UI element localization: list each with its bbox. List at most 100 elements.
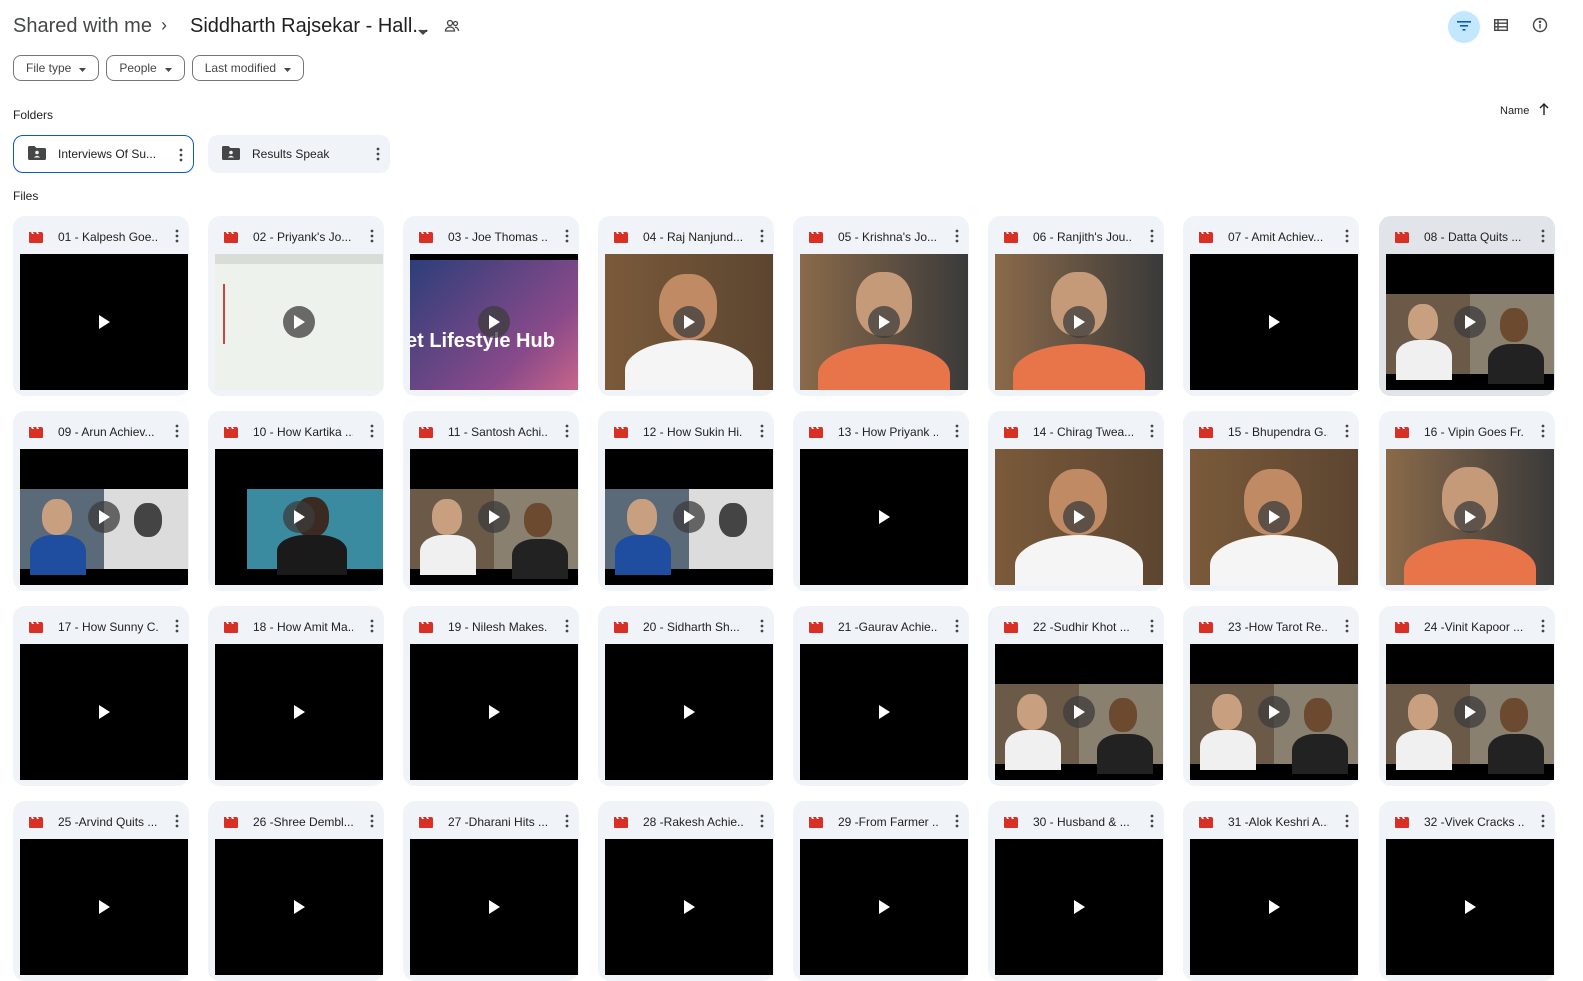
folder-results-speak[interactable]: Results Speak xyxy=(208,135,390,173)
video-thumbnail[interactable] xyxy=(1386,449,1554,585)
play-icon[interactable] xyxy=(868,696,900,728)
play-icon[interactable] xyxy=(478,501,510,533)
breadcrumb-shared-with-me[interactable]: Shared with me xyxy=(13,15,152,38)
file-card[interactable]: 27 -Dharani Hits ... xyxy=(403,801,579,981)
more-options-icon[interactable] xyxy=(370,814,374,833)
file-card[interactable]: 15 - Bhupendra G... xyxy=(1183,411,1359,591)
video-thumbnail[interactable] xyxy=(995,644,1163,780)
file-card[interactable]: 26 -Shree Dembl... xyxy=(208,801,384,981)
file-card[interactable]: 17 - How Sunny C... xyxy=(13,606,189,786)
play-icon[interactable] xyxy=(1063,306,1095,338)
play-icon[interactable] xyxy=(1258,306,1290,338)
play-icon[interactable] xyxy=(1063,891,1095,923)
video-thumbnail[interactable] xyxy=(800,644,968,780)
play-icon[interactable] xyxy=(868,501,900,533)
video-thumbnail[interactable] xyxy=(605,644,773,780)
video-thumbnail[interactable] xyxy=(1386,644,1554,780)
file-type-filter[interactable]: File type xyxy=(13,55,100,81)
video-thumbnail[interactable] xyxy=(800,839,968,975)
more-options-icon[interactable] xyxy=(565,619,569,638)
more-options-icon[interactable] xyxy=(1150,814,1154,833)
video-thumbnail[interactable] xyxy=(20,644,188,780)
more-options-icon[interactable] xyxy=(760,619,764,638)
file-card[interactable]: 03 - Joe Thomas ... et Lifestyle Hub xyxy=(403,216,579,396)
video-thumbnail[interactable] xyxy=(20,449,188,585)
play-icon[interactable] xyxy=(283,501,315,533)
file-card[interactable]: 09 - Arun Achiev... xyxy=(13,411,189,591)
video-thumbnail[interactable] xyxy=(995,449,1163,585)
play-icon[interactable] xyxy=(673,891,705,923)
more-options-icon[interactable] xyxy=(955,424,959,443)
play-icon[interactable] xyxy=(283,306,315,338)
video-thumbnail[interactable] xyxy=(1190,839,1358,975)
file-card[interactable]: 12 - How Sukin Hi... xyxy=(598,411,774,591)
play-icon[interactable] xyxy=(673,696,705,728)
more-options-icon[interactable] xyxy=(370,229,374,248)
video-thumbnail[interactable] xyxy=(410,644,578,780)
more-options-icon[interactable] xyxy=(1150,424,1154,443)
more-options-icon[interactable] xyxy=(955,814,959,833)
file-card[interactable]: 20 - Sidharth Sh... xyxy=(598,606,774,786)
video-thumbnail[interactable] xyxy=(1190,644,1358,780)
people-filter[interactable]: People xyxy=(106,55,185,81)
more-options-icon[interactable] xyxy=(1541,229,1545,248)
more-options-icon[interactable] xyxy=(179,148,183,165)
file-card[interactable]: 32 -Vivek Cracks ... xyxy=(1379,801,1555,981)
more-options-icon[interactable] xyxy=(1541,424,1545,443)
file-card[interactable]: 07 - Amit Achiev... xyxy=(1183,216,1359,396)
video-thumbnail[interactable]: et Lifestyle Hub xyxy=(410,254,578,390)
more-options-icon[interactable] xyxy=(1345,229,1349,248)
more-options-icon[interactable] xyxy=(175,424,179,443)
play-icon[interactable] xyxy=(1063,501,1095,533)
play-icon[interactable] xyxy=(88,501,120,533)
play-icon[interactable] xyxy=(283,696,315,728)
video-thumbnail[interactable] xyxy=(1386,254,1554,390)
more-options-icon[interactable] xyxy=(760,424,764,443)
more-options-icon[interactable] xyxy=(955,229,959,248)
video-thumbnail[interactable] xyxy=(800,449,968,585)
dropdown-caret-icon[interactable] xyxy=(418,23,428,41)
more-options-icon[interactable] xyxy=(1345,424,1349,443)
more-options-icon[interactable] xyxy=(565,424,569,443)
people-icon[interactable] xyxy=(444,18,460,39)
more-options-icon[interactable] xyxy=(565,229,569,248)
video-thumbnail[interactable] xyxy=(800,254,968,390)
details-button[interactable] xyxy=(1524,11,1556,43)
video-thumbnail[interactable] xyxy=(215,254,383,390)
file-card[interactable]: 22 -Sudhir Khot ... xyxy=(988,606,1164,786)
file-card[interactable]: 05 - Krishna's Jo... xyxy=(793,216,969,396)
file-card[interactable]: 08 - Datta Quits ... xyxy=(1379,216,1555,396)
more-options-icon[interactable] xyxy=(955,619,959,638)
more-options-icon[interactable] xyxy=(760,229,764,248)
video-thumbnail[interactable] xyxy=(410,449,578,585)
more-options-icon[interactable] xyxy=(1150,229,1154,248)
file-card[interactable]: 31 -Alok Keshri A... xyxy=(1183,801,1359,981)
play-icon[interactable] xyxy=(1258,696,1290,728)
video-thumbnail[interactable] xyxy=(605,449,773,585)
more-options-icon[interactable] xyxy=(175,229,179,248)
file-card[interactable]: 19 - Nilesh Makes... xyxy=(403,606,579,786)
video-thumbnail[interactable] xyxy=(20,254,188,390)
file-card[interactable]: 21 -Gaurav Achie... xyxy=(793,606,969,786)
play-icon[interactable] xyxy=(1454,501,1486,533)
sort-by-name[interactable]: Name xyxy=(1500,103,1549,118)
video-thumbnail[interactable] xyxy=(995,839,1163,975)
video-thumbnail[interactable] xyxy=(605,254,773,390)
more-options-icon[interactable] xyxy=(370,424,374,443)
folder-interviews[interactable]: Interviews Of Su... xyxy=(13,135,194,173)
play-icon[interactable] xyxy=(868,891,900,923)
play-icon[interactable] xyxy=(1063,696,1095,728)
file-card[interactable]: 04 - Raj Nanjund... xyxy=(598,216,774,396)
play-icon[interactable] xyxy=(1454,306,1486,338)
more-options-icon[interactable] xyxy=(1345,814,1349,833)
file-card[interactable]: 28 -Rakesh Achie... xyxy=(598,801,774,981)
play-icon[interactable] xyxy=(88,891,120,923)
file-card[interactable]: 29 -From Farmer ... xyxy=(793,801,969,981)
play-icon[interactable] xyxy=(88,306,120,338)
play-icon[interactable] xyxy=(478,696,510,728)
more-options-icon[interactable] xyxy=(175,619,179,638)
video-thumbnail[interactable] xyxy=(215,449,383,585)
play-icon[interactable] xyxy=(673,501,705,533)
video-thumbnail[interactable] xyxy=(20,839,188,975)
more-options-icon[interactable] xyxy=(1541,814,1545,833)
